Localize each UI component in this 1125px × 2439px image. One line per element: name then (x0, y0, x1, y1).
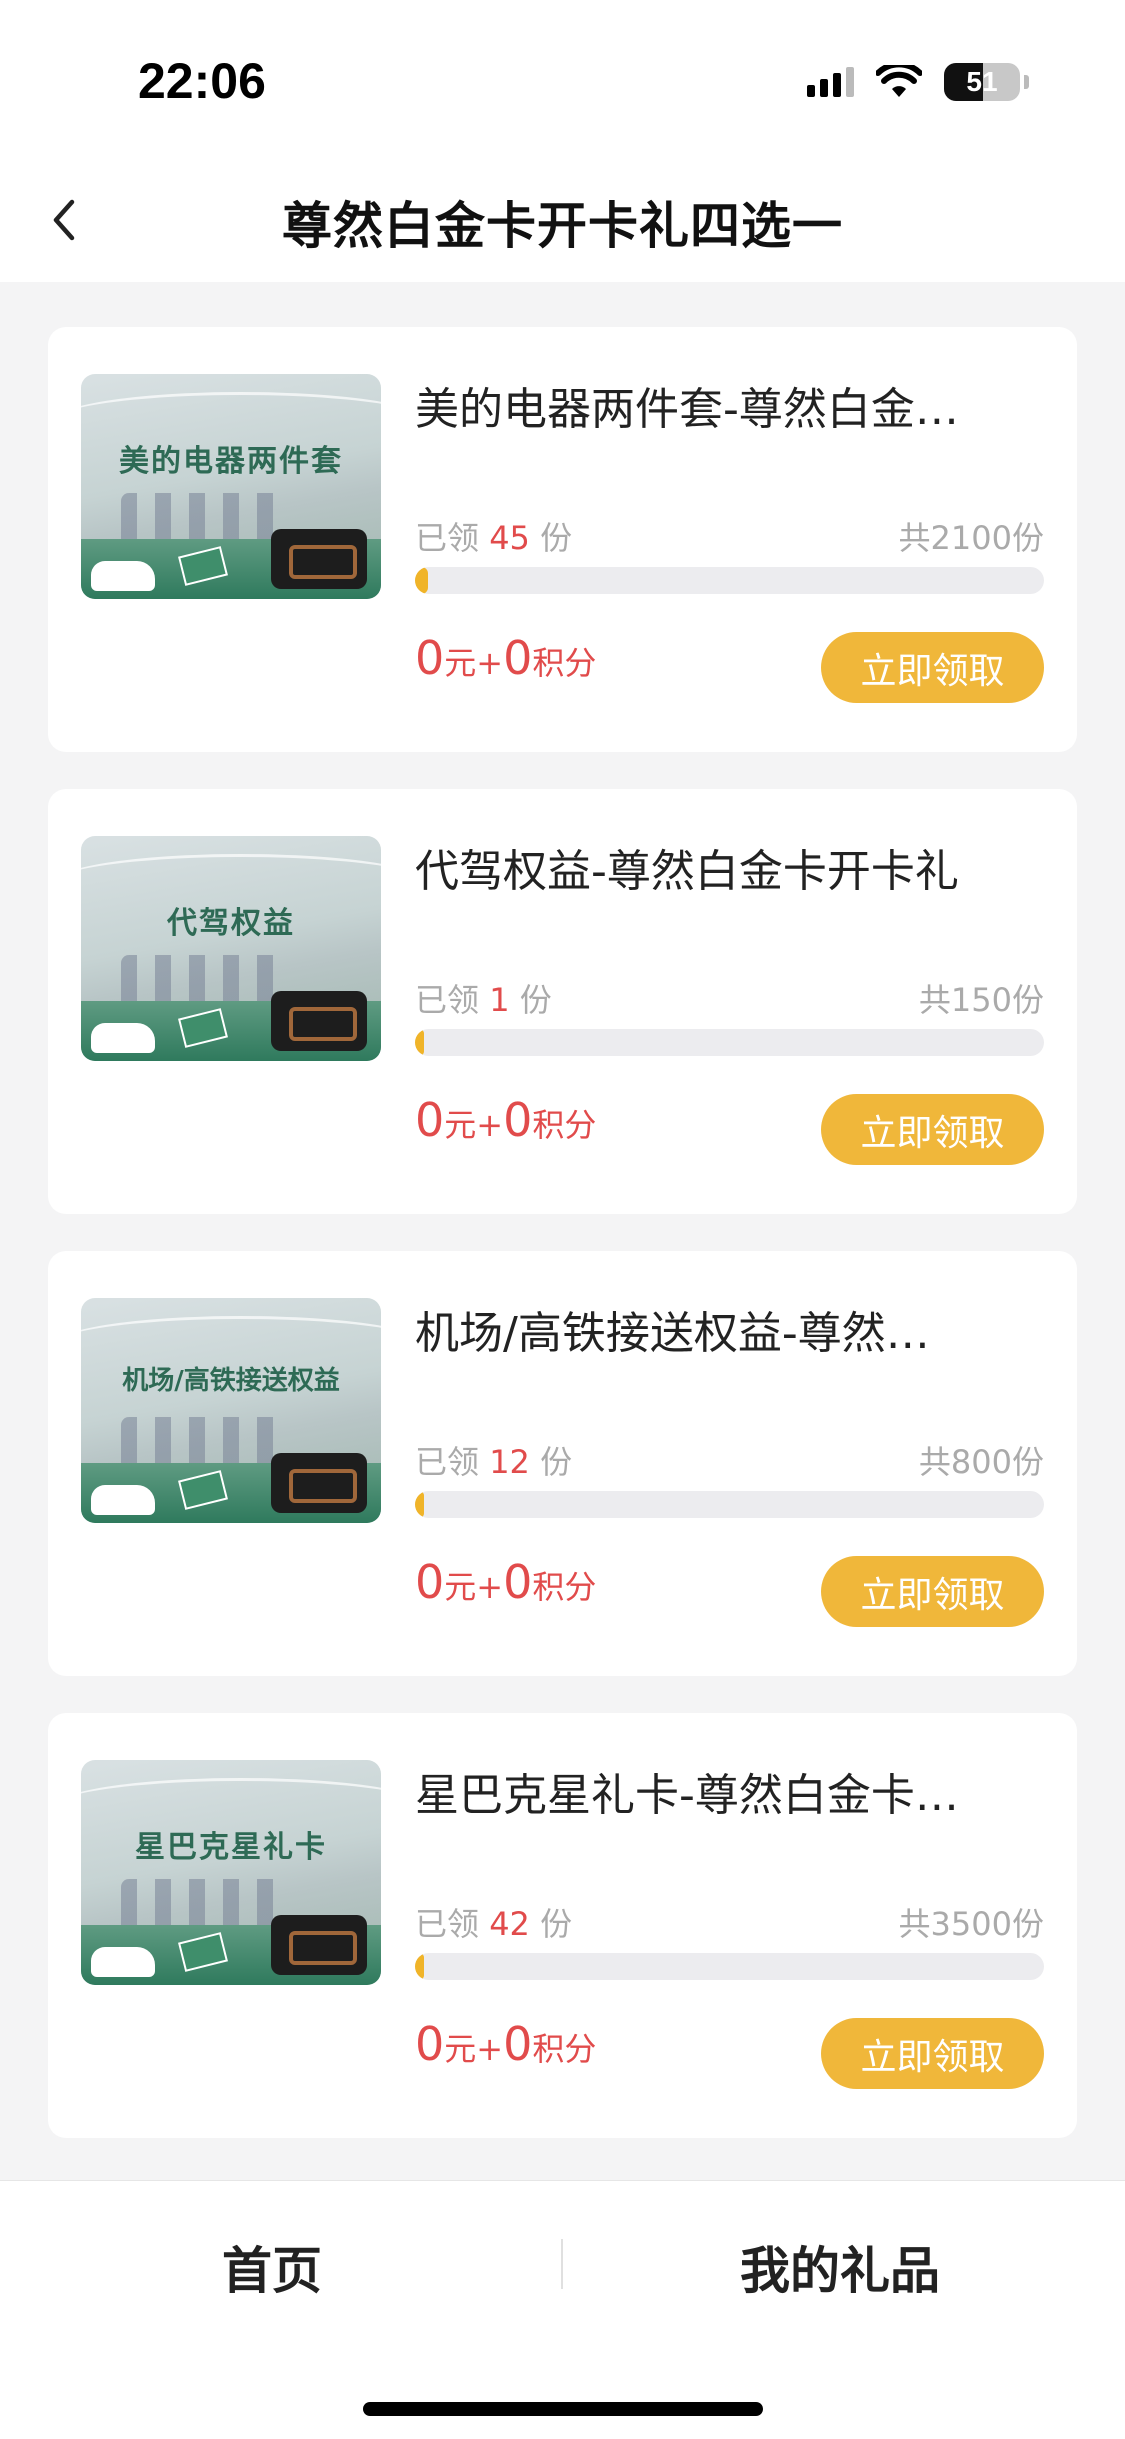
product-icon (271, 991, 367, 1051)
claimed-count: 已领 42 份 (415, 1899, 572, 1945)
claimed-label: 已领 (415, 981, 480, 1019)
claimed-label: 已领 (415, 1905, 480, 1943)
progress-bar (415, 1029, 1044, 1056)
price-points: 0 (503, 1555, 533, 1609)
claim-button[interactable]: 立即领取 (821, 2018, 1044, 2089)
nav-header: 尊然白金卡开卡礼四选一 (0, 160, 1125, 282)
claimed-unit: 份 (540, 1443, 573, 1481)
status-icons: 51 (807, 62, 1029, 102)
gift-title: 星巴克星礼卡-尊然白金卡… (415, 1770, 959, 1821)
price-yuan: 元+ (444, 1106, 504, 1144)
gift-thumbnail: 机场/高铁接送权益 (81, 1298, 381, 1523)
gift-card[interactable]: 美的电器两件套 美的电器两件套-尊然白金… 已领 45 份 共2100份 0元+… (48, 327, 1077, 752)
price-yuan: 元+ (444, 644, 504, 682)
claim-button[interactable]: 立即领取 (821, 1094, 1044, 1165)
gift-thumbnail: 星巴克星礼卡 (81, 1760, 381, 1985)
total-count: 共150份 (918, 981, 1044, 1019)
price-yuan: 元+ (444, 1568, 504, 1606)
claimed-number: 42 (489, 1905, 530, 1943)
total-count: 共2100份 (898, 519, 1044, 557)
thumb-label: 代驾权益 (167, 906, 295, 941)
claim-button[interactable]: 立即领取 (821, 1556, 1044, 1627)
product-icon (271, 1453, 367, 1513)
price: 0元+0积分 (415, 631, 596, 685)
gift-title: 机场/高铁接送权益-尊然… (415, 1308, 930, 1359)
claim-button[interactable]: 立即领取 (821, 632, 1044, 703)
claimed-label: 已领 (415, 519, 480, 557)
price-amount: 0 (415, 1093, 445, 1147)
product-icon (271, 1915, 367, 1975)
price-yuan: 元+ (444, 2030, 504, 2068)
car-icon (91, 1485, 155, 1515)
page-title: 尊然白金卡开卡礼四选一 (282, 197, 843, 255)
car-icon (91, 561, 155, 591)
progress-bar (415, 1491, 1044, 1518)
price-points: 0 (503, 631, 533, 685)
battery-level: 51 (966, 66, 998, 97)
car-icon (91, 1023, 155, 1053)
gift-card[interactable]: 星巴克星礼卡 星巴克星礼卡-尊然白金卡… 已领 42 份 共3500份 0元+0… (48, 1713, 1077, 2138)
signal-icon (807, 67, 854, 97)
total-count: 共3500份 (898, 1905, 1044, 1943)
price-points-label: 积分 (532, 644, 597, 682)
thumb-label: 美的电器两件套 (119, 444, 343, 479)
price-amount: 0 (415, 631, 445, 685)
product-icon (271, 529, 367, 589)
price: 0元+0积分 (415, 2017, 596, 2071)
tab-my-gifts[interactable]: 我的礼品 (740, 2231, 940, 2303)
total-count: 共800份 (918, 1443, 1044, 1481)
claimed-count: 已领 45 份 (415, 513, 572, 559)
price-points-label: 积分 (532, 2030, 597, 2068)
battery-tip (1024, 75, 1029, 89)
claimed-number: 12 (489, 1443, 530, 1481)
status-time: 22:06 (138, 53, 266, 109)
gift-title: 代驾权益-尊然白金卡开卡礼 (415, 846, 959, 897)
claimed-count: 已领 1 份 (415, 975, 552, 1021)
gift-card[interactable]: 机场/高铁接送权益 机场/高铁接送权益-尊然… 已领 12 份 共800份 0元… (48, 1251, 1077, 1676)
thumb-label: 星巴克星礼卡 (135, 1830, 327, 1865)
claimed-count: 已领 12 份 (415, 1437, 572, 1483)
gift-thumbnail: 代驾权益 (81, 836, 381, 1061)
tab-home[interactable]: 首页 (222, 2231, 322, 2303)
price-points-label: 积分 (532, 1106, 597, 1144)
price-amount: 0 (415, 1555, 445, 1609)
price-amount: 0 (415, 2017, 445, 2071)
claimed-number: 1 (489, 981, 510, 1019)
price-points-label: 积分 (532, 1568, 597, 1606)
claimed-number: 45 (489, 519, 530, 557)
claimed-unit: 份 (519, 981, 552, 1019)
price-points: 0 (503, 1093, 533, 1147)
status-bar: 22:06 51 (0, 0, 1125, 160)
gift-card[interactable]: 代驾权益 代驾权益-尊然白金卡开卡礼 已领 1 份 共150份 0元+0积分 立… (48, 789, 1077, 1214)
price: 0元+0积分 (415, 1093, 596, 1147)
gift-list: 美的电器两件套 美的电器两件套-尊然白金… 已领 45 份 共2100份 0元+… (48, 327, 1077, 2175)
thumb-label: 机场/高铁接送权益 (122, 1366, 340, 1396)
claimed-unit: 份 (540, 1905, 573, 1943)
gift-title: 美的电器两件套-尊然白金… (415, 384, 959, 435)
claimed-unit: 份 (540, 519, 573, 557)
gift-thumbnail: 美的电器两件套 (81, 374, 381, 599)
wifi-icon (876, 65, 922, 97)
home-indicator (363, 2402, 763, 2416)
progress-fill (415, 1953, 424, 1980)
battery-icon: 51 (944, 63, 1020, 101)
progress-bar (415, 567, 1044, 594)
progress-bar (415, 1953, 1044, 1980)
tab-divider (561, 2239, 563, 2289)
price-points: 0 (503, 2017, 533, 2071)
car-icon (91, 1947, 155, 1977)
price: 0元+0积分 (415, 1555, 596, 1609)
progress-fill (415, 1491, 425, 1518)
bottom-nav: 首页 我的礼品 (0, 2180, 1125, 2439)
progress-fill (415, 1029, 424, 1056)
claimed-label: 已领 (415, 1443, 480, 1481)
progress-fill (415, 567, 429, 594)
